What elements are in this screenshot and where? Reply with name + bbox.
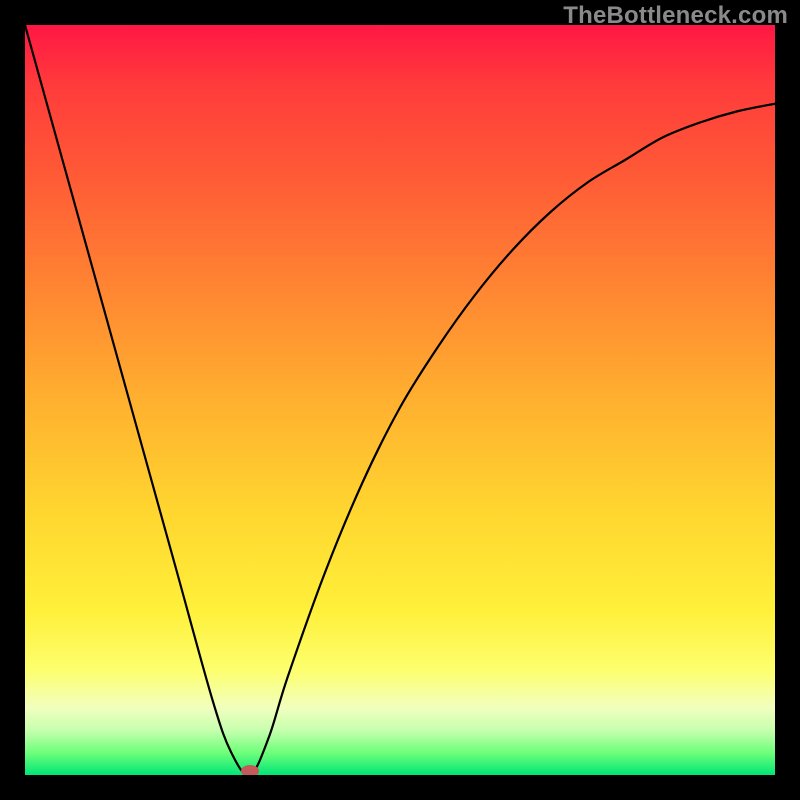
bottleneck-curve (25, 25, 775, 775)
curve-line (25, 25, 775, 775)
plot-area (25, 25, 775, 775)
chart-frame: TheBottleneck.com (0, 0, 800, 800)
